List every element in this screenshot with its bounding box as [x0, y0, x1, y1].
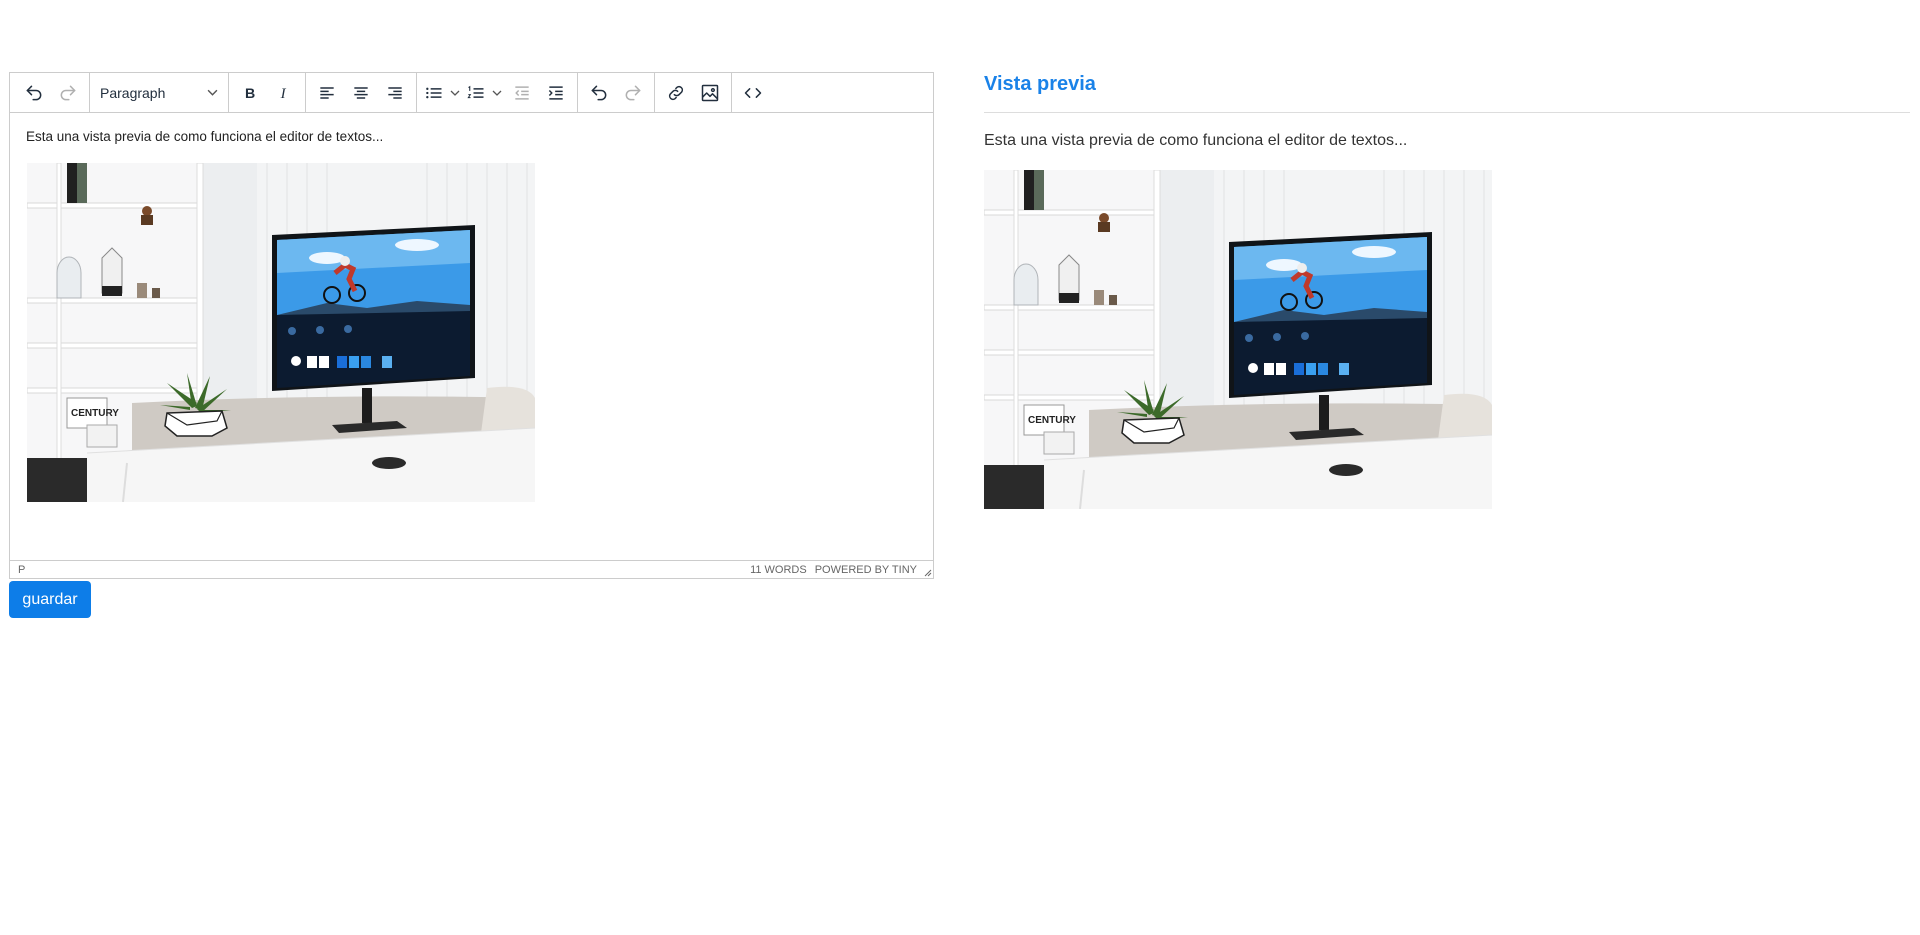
preview-paragraph: Esta una vista previa de como funciona e… — [984, 132, 1408, 149]
branding-link[interactable]: POWERED BY TINY — [815, 564, 917, 576]
list-group — [417, 72, 578, 113]
bullet-list-icon — [426, 87, 442, 98]
history-group — [13, 72, 90, 113]
preview-divider — [984, 112, 1910, 113]
align-center-button[interactable] — [344, 76, 378, 110]
image-button[interactable] — [693, 76, 727, 110]
indent-button[interactable] — [539, 76, 573, 110]
italic-icon: I — [280, 86, 287, 102]
align-right-icon — [388, 86, 402, 99]
century-label: CENTURY — [71, 408, 119, 419]
undo-button-2[interactable] — [582, 76, 616, 110]
redo-icon — [625, 85, 641, 100]
editor-toolbar: Paragraph B I — [10, 72, 933, 113]
editor-content-area[interactable]: Esta una vista previa de como funciona e… — [10, 114, 933, 562]
bullet-list-dropdown[interactable] — [447, 76, 463, 110]
link-icon — [668, 85, 684, 100]
insert-group — [655, 72, 732, 113]
undo-icon — [591, 85, 607, 100]
century-label: CENTURY — [1028, 415, 1076, 426]
preview-title: Vista previa — [984, 73, 1096, 95]
redo-button-2[interactable] — [616, 76, 650, 110]
chevron-down-icon — [450, 90, 460, 96]
code-icon — [744, 87, 762, 98]
align-left-button[interactable] — [310, 76, 344, 110]
align-right-button[interactable] — [378, 76, 412, 110]
statusbar-right: 11 WORDS POWERED BY TINY — [750, 564, 925, 576]
image-icon — [701, 84, 719, 101]
svg-text:I: I — [280, 86, 287, 102]
chevron-down-icon — [207, 89, 218, 96]
history-group-2 — [578, 72, 655, 113]
numbered-list-button[interactable] — [463, 76, 489, 110]
block-format-label: Paragraph — [100, 84, 166, 101]
editor-image[interactable]: CENTURY — [27, 163, 535, 502]
bullet-list-button[interactable] — [421, 76, 447, 110]
resize-handle-icon[interactable] — [922, 567, 932, 577]
block-format-select[interactable]: Paragraph — [94, 76, 224, 110]
source-code-button[interactable] — [736, 76, 770, 110]
indent-icon — [548, 85, 563, 100]
outdent-icon — [515, 85, 529, 100]
save-button[interactable]: guardar — [9, 581, 91, 618]
bold-button[interactable]: B — [233, 76, 267, 110]
editor-paragraph[interactable]: Esta una vista previa de como funciona e… — [26, 129, 383, 144]
align-left-icon — [320, 86, 334, 99]
italic-button[interactable]: I — [267, 76, 301, 110]
rich-text-editor[interactable]: Paragraph B I Esta una vista previa de c… — [9, 72, 934, 579]
bold-icon: B — [245, 86, 255, 102]
numbered-list-split — [463, 76, 505, 110]
format-group: Paragraph — [90, 72, 229, 113]
svg-text:B: B — [245, 86, 255, 102]
style-group: B I — [229, 72, 306, 113]
element-path[interactable]: P — [18, 564, 25, 576]
outdent-button[interactable] — [505, 76, 539, 110]
numbered-list-dropdown[interactable] — [489, 76, 505, 110]
redo-button[interactable] — [51, 76, 85, 110]
align-group — [306, 72, 417, 113]
numbered-list-icon — [467, 85, 484, 98]
align-center-icon — [354, 86, 368, 99]
monitor-photo: CENTURY — [984, 170, 1492, 509]
bullet-list-split — [421, 76, 463, 110]
editor-statusbar: P 11 WORDS POWERED BY TINY — [10, 560, 933, 578]
link-button[interactable] — [659, 76, 693, 110]
chevron-down-icon — [492, 90, 502, 96]
preview-image: CENTURY — [984, 170, 1492, 509]
undo-button[interactable] — [17, 76, 51, 110]
word-count[interactable]: 11 WORDS — [750, 564, 807, 576]
undo-icon — [26, 85, 42, 100]
code-group — [732, 73, 774, 113]
monitor-photo: CENTURY — [27, 163, 535, 502]
redo-icon — [60, 85, 76, 100]
